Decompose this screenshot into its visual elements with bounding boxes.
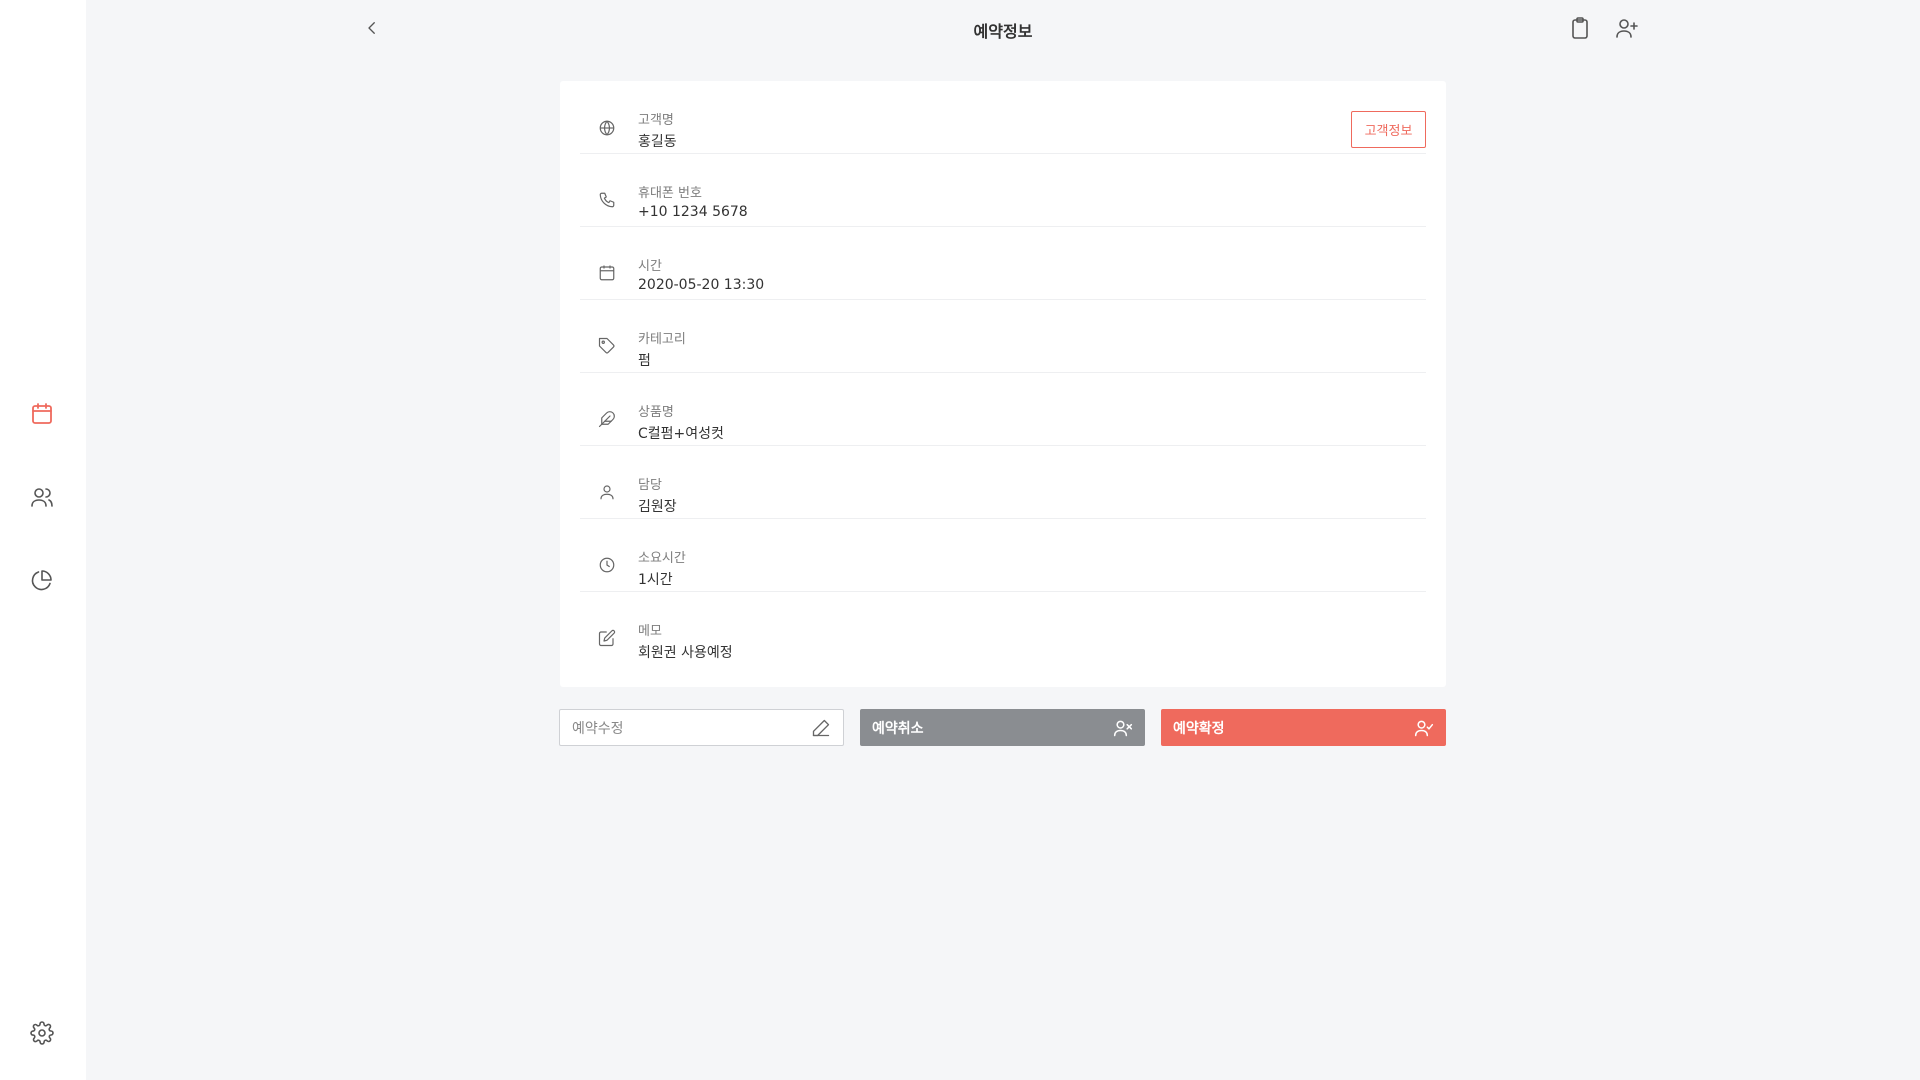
detail-value: 회원권 사용예정 [638,645,733,661]
tag-icon [598,337,616,355]
detail-label: 카테고리 [638,332,686,347]
globe-icon [598,119,616,137]
nav-calendar-icon[interactable] [28,400,56,428]
detail-value: 펌 [638,353,651,369]
confirm-reservation-button[interactable]: 예약확정 [1161,709,1446,746]
customer-info-button[interactable]: 고객정보 [1351,111,1426,148]
detail-row-time: 시간 2020-05-20 13:30 [580,227,1426,300]
add-user-icon[interactable] [1613,14,1641,42]
pencil-icon [812,719,830,736]
cancel-reservation-button[interactable]: 예약취소 [860,709,1145,746]
detail-row-staff: 담당 김원장 [580,446,1426,519]
detail-row-phone: 휴대폰 번호 +10 1234 5678 [580,154,1426,227]
detail-value: 1시간 [638,572,673,588]
clock-icon [598,556,616,574]
nav-users-icon[interactable] [28,483,56,511]
phone-icon [598,191,616,209]
top-bar: 예약정보 [86,0,1920,58]
detail-row-product: 상품명 C컬펌+여성컷 [580,373,1426,446]
user-x-icon [1113,720,1133,736]
detail-row-memo: 메모 회원권 사용예정 [580,592,1426,665]
sidebar [0,0,86,1080]
detail-label: 상품명 [638,405,674,420]
detail-value: C컬펌+여성컷 [638,426,724,442]
cancel-reservation-label: 예약취소 [872,720,924,737]
detail-value: +10 1234 5678 [638,204,748,220]
user-icon [598,483,616,501]
detail-label: 메모 [638,624,662,639]
detail-value: 홍길동 [638,134,677,150]
detail-row-category: 카테고리 펌 [580,300,1426,373]
detail-row-duration: 소요시간 1시간 [580,519,1426,592]
edit-reservation-label: 예약수정 [572,720,624,737]
confirm-reservation-label: 예약확정 [1173,720,1225,737]
detail-value: 김원장 [638,499,677,515]
settings-gear-icon[interactable] [28,1019,56,1047]
detail-label: 고객명 [638,113,674,128]
edit-icon [598,629,616,647]
detail-value: 2020-05-20 13:30 [638,277,765,293]
clipboard-icon[interactable] [1566,14,1594,42]
detail-label: 시간 [638,259,662,274]
detail-label: 소요시간 [638,551,686,566]
user-check-icon [1414,720,1434,736]
detail-label: 휴대폰 번호 [638,186,702,201]
reservation-details-card: 고객명 홍길동 고객정보 휴대폰 번호 +10 1234 5678 시간 202… [560,81,1446,687]
detail-row-customer-name: 고객명 홍길동 고객정보 [580,81,1426,154]
detail-label: 담당 [638,478,662,493]
edit-reservation-button[interactable]: 예약수정 [559,709,844,746]
nav-pie-chart-icon[interactable] [28,566,56,594]
calendar-icon [598,264,616,282]
feather-icon [598,410,616,428]
page-title: 예약정보 [973,22,1033,41]
